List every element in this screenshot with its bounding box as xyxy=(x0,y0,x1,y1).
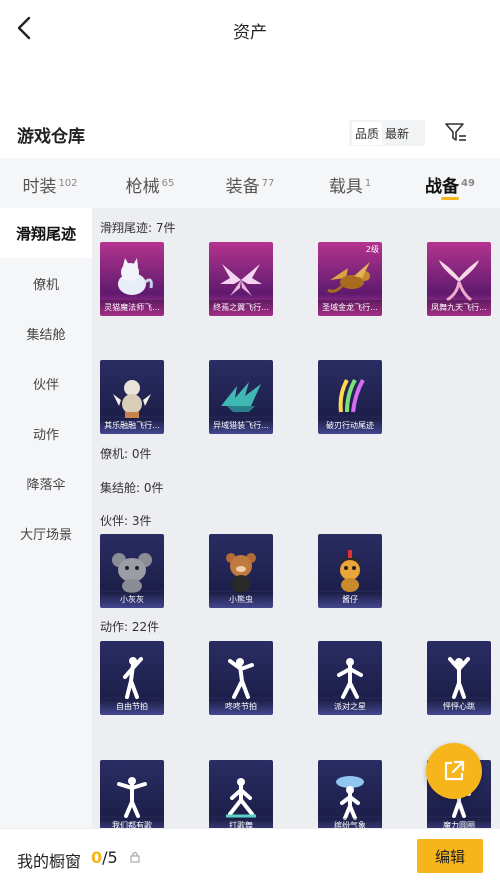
tab-equipment[interactable]: 装备 77 xyxy=(200,158,300,208)
tab-count: 65 xyxy=(161,178,175,189)
item-label: 凤舞九天飞行... xyxy=(427,300,491,316)
item-label: 酱仔 xyxy=(318,592,382,608)
sidebar-item-wingman[interactable]: 僚机 xyxy=(0,258,92,308)
lock-icon xyxy=(130,852,140,863)
filter-button[interactable] xyxy=(444,122,468,144)
tab-label: 装备 xyxy=(225,177,260,197)
item-label: 缤纷气象 xyxy=(318,818,382,828)
warehouse-header: 游戏仓库 品质 最新 xyxy=(0,112,500,156)
item-card[interactable]: 酱仔 xyxy=(318,534,382,608)
tab-label: 枪械 xyxy=(125,177,160,197)
item-card[interactable]: 终焉之翼飞行... xyxy=(209,242,273,316)
warehouse-title: 游戏仓库 xyxy=(17,127,85,147)
sidebar-item-parachute[interactable]: 降落伞 xyxy=(0,458,92,508)
share-button[interactable] xyxy=(426,743,482,799)
item-card[interactable]: 缤纷气象 xyxy=(318,760,382,828)
tab-count: 1 xyxy=(364,178,372,189)
section-title-wingman: 僚机: 0件 xyxy=(100,447,152,461)
section-title-trails: 滑翔尾迹: 7件 xyxy=(100,221,176,235)
external-link-icon xyxy=(444,760,465,781)
item-card[interactable]: 打歌舞 xyxy=(209,760,273,828)
tab-vehicles[interactable]: 载具 1 xyxy=(300,158,400,208)
tab-count: 77 xyxy=(261,178,275,189)
item-card[interactable]: 凤舞九天飞行... xyxy=(427,242,491,316)
sidebar: 滑翔尾迹 僚机 集结舱 伙伴 动作 降落伞 大厅场景 xyxy=(0,208,92,828)
sort-option-quality[interactable]: 品质 xyxy=(352,121,383,145)
edit-button[interactable]: 编辑 xyxy=(417,839,483,873)
section-title-emotes: 动作: 22件 xyxy=(100,620,160,634)
top-bar: 资产 xyxy=(0,0,500,60)
item-card[interactable]: 破刃行动尾迹 xyxy=(318,360,382,434)
sidebar-item-trails[interactable]: 滑翔尾迹 xyxy=(0,208,92,258)
showcase-current: 0 xyxy=(91,848,103,867)
showcase-count: 0/5 xyxy=(91,848,118,867)
tab-preparation[interactable]: 战备 49 xyxy=(400,158,500,208)
sidebar-item-emotes[interactable]: 动作 xyxy=(0,408,92,458)
sidebar-item-lobby-scene[interactable]: 大厅场景 xyxy=(0,508,92,558)
category-tabs: 时装 102 枪械 65 装备 77 载具 1 战备 49 xyxy=(0,158,500,208)
tab-label: 时装 xyxy=(22,177,57,197)
item-card[interactable]: 我们都有歌 xyxy=(100,760,164,828)
item-label: 灵猫魔法师飞... xyxy=(100,300,164,316)
item-card[interactable]: 怦怦心跳 xyxy=(427,641,491,715)
item-card[interactable]: 其乐融融飞行... xyxy=(100,360,164,434)
filter-icon xyxy=(445,123,466,141)
showcase-bar: 我的橱窗 0/5 编辑 xyxy=(0,828,500,885)
item-label: 终焉之翼飞行... xyxy=(209,300,273,316)
tab-label: 载具 xyxy=(328,177,363,197)
sort-option-latest[interactable]: 最新 xyxy=(382,122,412,145)
item-card[interactable]: 2级 圣域金龙飞行... xyxy=(318,242,382,316)
tab-guns[interactable]: 枪械 65 xyxy=(100,158,200,208)
sidebar-item-partners[interactable]: 伙伴 xyxy=(0,358,92,408)
item-card[interactable]: 咚咚节拍 xyxy=(209,641,273,715)
showcase-label: 我的橱窗 xyxy=(17,852,82,871)
tab-count: 102 xyxy=(58,178,78,189)
item-label: 破刃行动尾迹 xyxy=(318,418,382,434)
item-card[interactable]: 自由节拍 xyxy=(100,641,164,715)
item-card[interactable]: 小灰灰 xyxy=(100,534,164,608)
item-label: 派对之星 xyxy=(318,699,382,715)
item-label: 圣域金龙飞行... xyxy=(318,300,382,316)
sidebar-item-capsule[interactable]: 集结舱 xyxy=(0,308,92,358)
section-title-capsule: 集结舱: 0件 xyxy=(100,481,164,495)
item-label: 小熊虫 xyxy=(209,592,273,608)
item-label: 我们都有歌 xyxy=(100,818,164,828)
sort-toggle: 品质 最新 xyxy=(349,120,425,146)
item-card[interactable]: 派对之星 xyxy=(318,641,382,715)
section-title-partners: 伙伴: 3件 xyxy=(100,514,152,528)
item-label: 自由节拍 xyxy=(100,699,164,715)
item-label: 怦怦心跳 xyxy=(427,699,491,715)
tab-count: 49 xyxy=(461,178,475,189)
page-title: 资产 xyxy=(233,23,267,43)
item-label: 异域猎装飞行... xyxy=(209,418,273,434)
item-label: 魔力圆圈 xyxy=(427,818,491,828)
item-label: 打歌舞 xyxy=(209,818,273,828)
item-label: 咚咚节拍 xyxy=(209,699,273,715)
item-card[interactable]: 小熊虫 xyxy=(209,534,273,608)
item-card[interactable]: 灵猫魔法师飞... xyxy=(100,242,164,316)
item-grid: 滑翔尾迹: 7件 灵猫魔法师飞... 终焉之翼飞行... 2级 圣域金龙飞行..… xyxy=(92,208,500,828)
tab-label: 战备 xyxy=(425,177,460,197)
item-label: 其乐融融飞行... xyxy=(100,418,164,434)
showcase-total: /5 xyxy=(102,848,118,867)
item-label: 小灰灰 xyxy=(100,592,164,608)
tab-fashion[interactable]: 时装 102 xyxy=(0,158,100,208)
item-card[interactable]: 异域猎装飞行... xyxy=(209,360,273,434)
